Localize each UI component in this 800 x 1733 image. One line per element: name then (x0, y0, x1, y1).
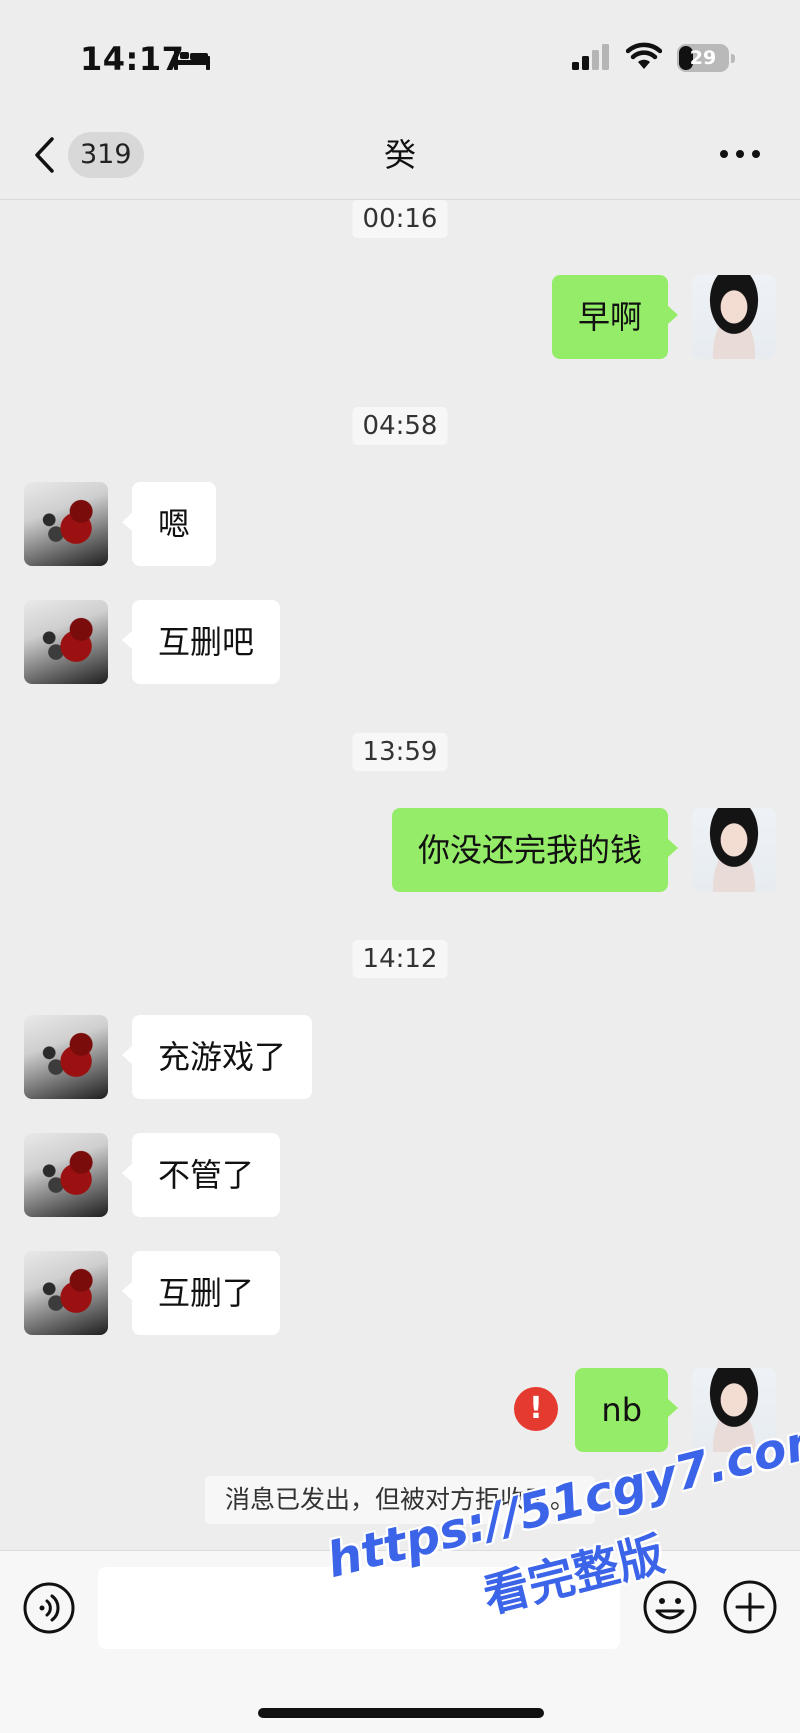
status-bar: 14:17 29 (0, 0, 800, 110)
voice-icon[interactable] (22, 1581, 76, 1635)
contact-avatar[interactable] (24, 1133, 108, 1217)
contact-message-bubble[interactable]: 互删了 (121, 1251, 281, 1335)
time-label: 13:59 (352, 733, 448, 771)
battery-tip (731, 54, 735, 63)
emoji-icon[interactable] (642, 1579, 698, 1635)
nav-bar: 319 癸 (0, 110, 800, 200)
rejected-notice: 消息已发出，但被对方拒收了。 (204, 1476, 596, 1524)
message-input[interactable] (98, 1567, 620, 1649)
battery-level: 29 (689, 47, 717, 69)
back-chevron-icon (35, 137, 54, 173)
contact-avatar[interactable] (24, 1251, 108, 1335)
my-avatar[interactable] (692, 1368, 776, 1452)
contact-avatar[interactable] (24, 1015, 108, 1099)
time-label: 04:58 (352, 407, 448, 445)
unread-count-badge: 319 (68, 132, 144, 178)
my-message-bubble[interactable]: 你没还完我的钱 (391, 808, 679, 892)
chat-title: 癸 (383, 136, 416, 174)
my-avatar[interactable] (692, 275, 776, 359)
battery-icon: 29 (677, 44, 729, 72)
bed-icon (174, 48, 210, 70)
input-bar (0, 1550, 800, 1733)
time-label: 14:12 (352, 940, 448, 978)
send-failed-icon[interactable]: ! (514, 1387, 558, 1431)
wifi-icon (626, 42, 662, 69)
time-label: 00:16 (352, 200, 448, 238)
my-avatar[interactable] (692, 808, 776, 892)
contact-message-bubble[interactable]: 不管了 (121, 1133, 281, 1217)
contact-message-bubble[interactable]: 嗯 (121, 482, 217, 566)
contact-message-bubble[interactable]: 充游戏了 (121, 1015, 313, 1099)
signal-icon (572, 44, 609, 70)
my-message-bubble[interactable]: nb (575, 1368, 678, 1452)
back-button[interactable]: 319 (28, 130, 148, 180)
plus-icon[interactable] (722, 1579, 778, 1635)
status-time: 14:17 (80, 40, 185, 78)
contact-avatar[interactable] (24, 482, 108, 566)
my-message-bubble[interactable]: 早啊 (551, 275, 679, 359)
contact-avatar[interactable] (24, 600, 108, 684)
contact-message-bubble[interactable]: 互删吧 (121, 600, 281, 684)
more-icon[interactable] (718, 142, 762, 166)
home-indicator (258, 1708, 544, 1718)
